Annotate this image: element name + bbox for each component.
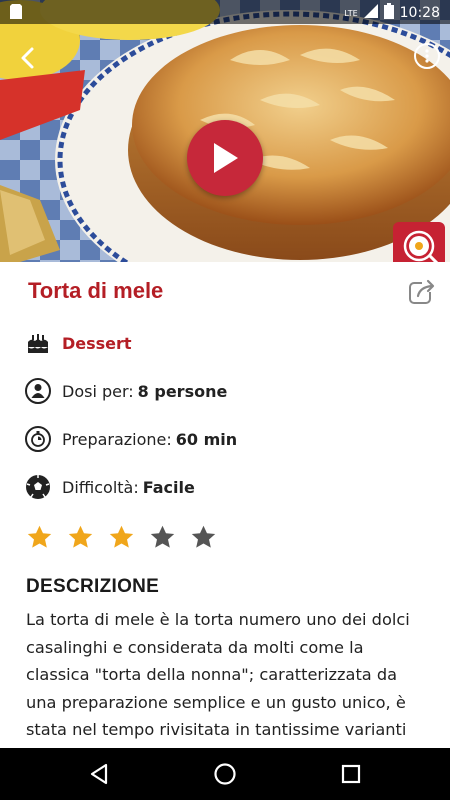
star-icon[interactable] [190,524,217,551]
square-recents-icon [341,764,361,784]
circle-home-icon [214,763,236,785]
rating-stars [26,524,217,551]
description-text: La torta di mele è la torta numero uno d… [26,610,410,739]
difficulty-label: Difficoltà: [62,477,139,497]
triangle-back-icon [90,763,108,785]
more-options-button[interactable] [414,43,440,69]
servings-row: Dosi per: 8 persone [24,376,227,406]
prep-row: Preparazione: 60 min [24,424,237,454]
star-icon[interactable] [108,524,135,551]
star-icon[interactable] [149,524,176,551]
nav-home-button[interactable] [211,760,239,788]
more-vert-icon [425,49,429,63]
star-icon[interactable] [67,524,94,551]
prep-value: 60 min [175,429,238,449]
frying-pan-icon [403,230,439,262]
status-bar: LTE 10:28 [0,0,450,24]
difficulty-value: Facile [142,477,195,497]
timer-icon [25,426,51,452]
back-button[interactable] [12,42,44,74]
play-video-button[interactable] [187,120,263,196]
difficulty-row: Difficoltà: Facile [24,472,195,502]
network-type: LTE [344,8,358,18]
ball-icon [26,475,50,499]
cake-icon [28,334,48,353]
recipe-title: Torta di mele [28,278,164,303]
system-nav-bar [0,748,450,800]
play-icon [214,143,238,173]
servings-value: 8 persone [137,381,228,401]
sd-card-icon [10,4,22,23]
signal-icon [363,4,378,22]
nav-back-button[interactable] [85,760,113,788]
star-icon[interactable] [26,524,53,551]
servings-label: Dosi per: [62,381,134,401]
title-row: Torta di mele [28,272,438,312]
person-icon [25,378,51,404]
chevron-left-icon [21,47,34,69]
cooking-mode-button[interactable] [393,222,445,262]
share-button[interactable] [406,276,438,308]
battery-icon [383,3,394,23]
nav-recents-button[interactable] [337,760,365,788]
share-icon [409,279,436,304]
category-label: Dessert [62,333,132,353]
recipe-hero-image [0,0,450,262]
clock: 10:28 [399,5,440,21]
prep-label: Preparazione: [62,429,172,449]
category-row: Dessert [24,328,132,358]
description-heading: DESCRIZIONE [26,576,160,597]
